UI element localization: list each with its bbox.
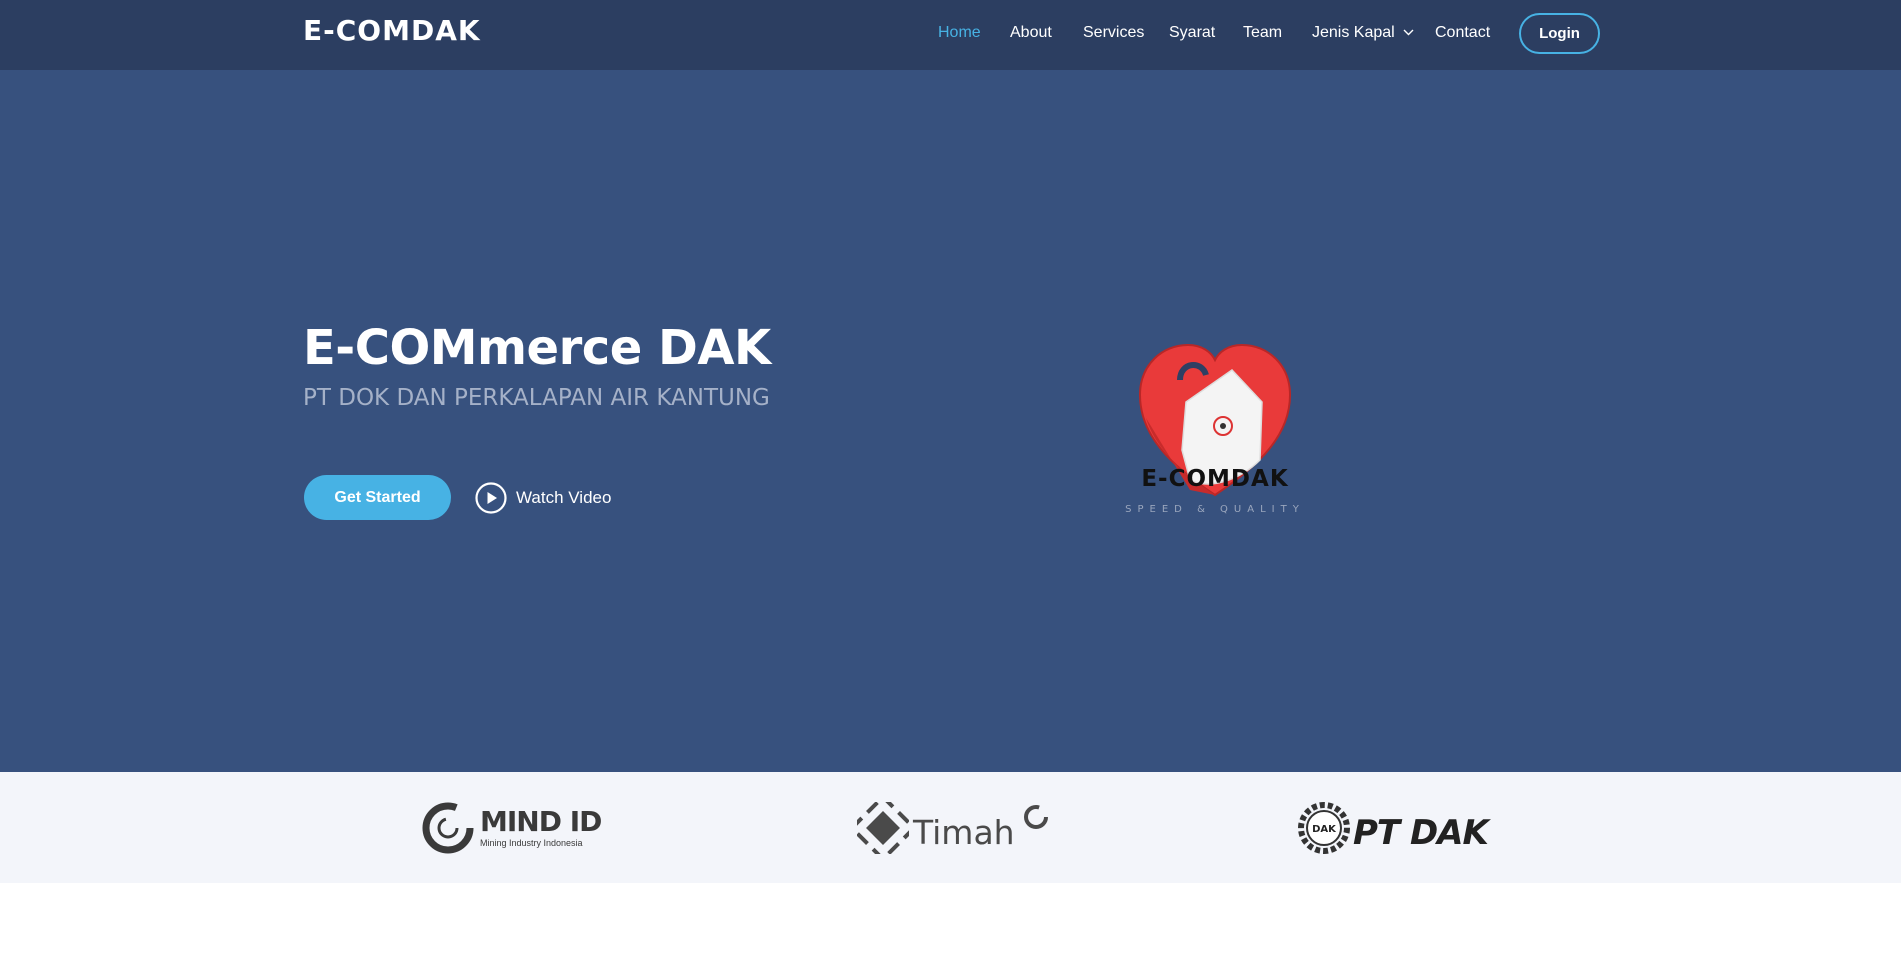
watch-video-button[interactable]: Watch Video	[475, 481, 611, 515]
hero-section: E-COMmerce DAK PT DOK DAN PERKALAPAN AIR…	[0, 70, 1901, 772]
mind-id-logo-icon	[422, 802, 474, 853]
nav-item-jenis-kapal-label: Jenis Kapal	[1312, 24, 1395, 41]
nav-item-home[interactable]: Home	[938, 22, 981, 44]
chevron-down-icon	[1403, 29, 1414, 36]
hero-logo-tagline: SPEED & QUALITY	[1125, 504, 1305, 515]
dak-gear-logo-icon: DAK	[1298, 801, 1350, 854]
client-pt-dak: DAK PT DAK	[1297, 772, 1489, 883]
client-mind-id: MIND ID Mining Industry Indonesia	[420, 772, 602, 883]
get-started-button[interactable]: Get Started	[304, 475, 451, 520]
nav-item-contact[interactable]: Contact	[1435, 22, 1490, 44]
nav-item-syarat[interactable]: Syarat	[1169, 22, 1215, 44]
hero-title: E-COMmerce DAK	[303, 320, 771, 376]
nav-item-jenis-kapal[interactable]: Jenis Kapal	[1312, 22, 1414, 44]
mind-id-tagline: Mining Industry Indonesia	[480, 837, 583, 848]
client-timah: Timah	[857, 772, 1049, 883]
watch-video-label: Watch Video	[516, 488, 612, 507]
clients-section: MIND ID Mining Industry Indonesia Timah …	[0, 772, 1901, 883]
site-header: E-COMDAK Home About Services Syarat Team…	[0, 0, 1901, 70]
hero-subtitle: PT DOK DAN PERKALAPAN AIR KANTUNG	[303, 385, 770, 411]
timah-ring-icon	[1023, 804, 1048, 829]
dak-badge-text: DAK	[1312, 824, 1337, 835]
pt-dak-name: PT DAK	[1353, 812, 1489, 853]
nav-item-services[interactable]: Services	[1083, 22, 1144, 44]
login-button[interactable]: Login	[1519, 13, 1600, 54]
play-circle-icon	[475, 482, 507, 514]
timah-logo-icon	[857, 801, 909, 854]
nav-item-about[interactable]: About	[1010, 22, 1052, 44]
timah-name: Timah	[913, 813, 1015, 852]
nav-item-team[interactable]: Team	[1243, 22, 1282, 44]
main-nav: Home About Services Syarat Team Jenis Ka…	[0, 0, 1901, 70]
mind-id-name: MIND ID	[480, 804, 602, 838]
hero-logo-word: E-COMDAK	[1141, 466, 1289, 492]
